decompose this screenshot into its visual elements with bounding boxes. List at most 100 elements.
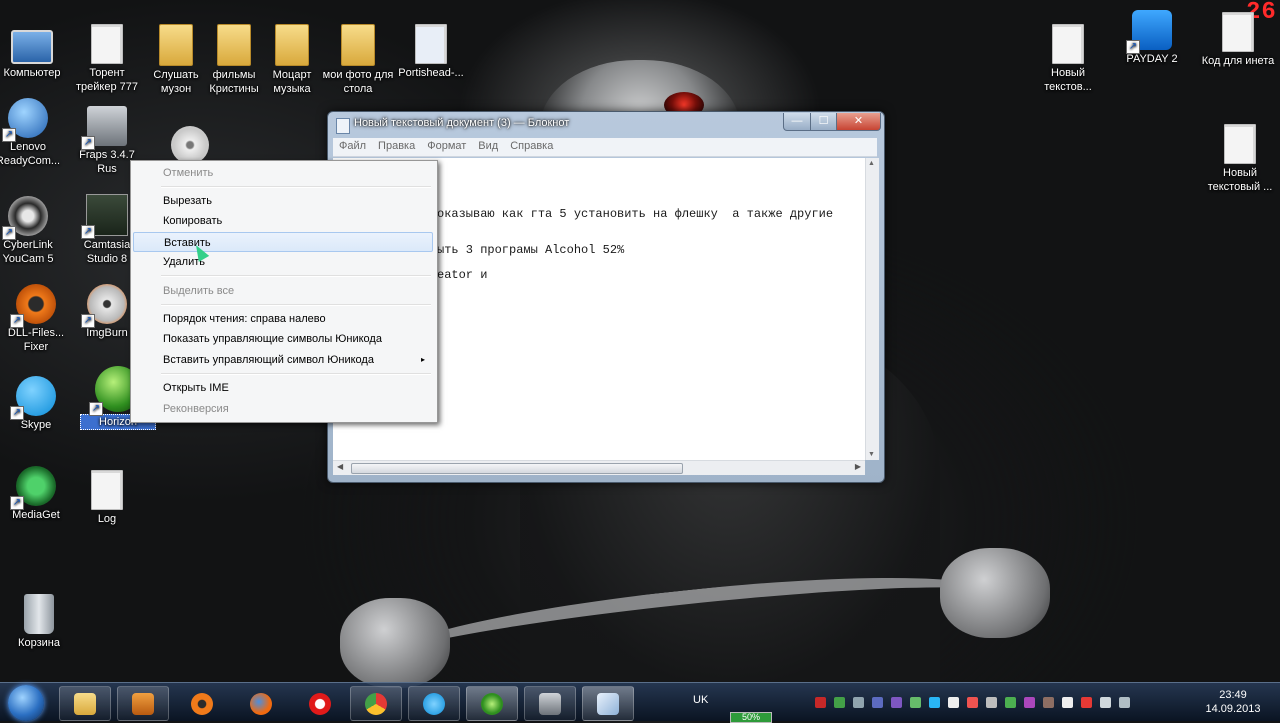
recycle-bin-icon <box>24 594 54 634</box>
tray-app-icon[interactable] <box>1043 697 1054 708</box>
close-button[interactable]: ✕ <box>836 113 881 131</box>
tray-app-icon[interactable] <box>1081 697 1092 708</box>
menu-help[interactable]: Справка <box>504 138 559 154</box>
menu-edit[interactable]: Правка <box>372 138 421 154</box>
menu-item-open-ime[interactable]: Открыть IME <box>133 378 433 398</box>
desktop-icon-label: Skype <box>20 419 52 431</box>
taskbar-chrome[interactable] <box>350 686 402 721</box>
file-icon <box>1224 124 1256 164</box>
taskbar: UK 50% 23:49 14.09.2013 <box>0 682 1280 723</box>
desktop-icon-folder-mozart[interactable]: Моцарт музыка <box>254 24 330 96</box>
taskbar-horizon[interactable] <box>466 686 518 721</box>
menu-item-paste[interactable]: Вставить <box>133 232 433 252</box>
folder-icon <box>217 24 251 66</box>
taskbar-fraps[interactable] <box>524 686 576 721</box>
tray-app-icon[interactable] <box>967 697 978 708</box>
menu-item-cut[interactable]: Вырезать <box>133 191 433 211</box>
scroll-right-arrow-icon[interactable]: ▶ <box>855 462 861 471</box>
opera-icon <box>309 693 331 715</box>
desktop-icon-mediaget[interactable]: MediaGet <box>0 466 74 522</box>
notepad-icon <box>597 693 619 715</box>
taskbar-notepad[interactable] <box>582 686 634 721</box>
taskbar-firefox[interactable] <box>235 686 287 721</box>
folder-icon <box>159 24 193 66</box>
menu-item-show-unicode[interactable]: Показать управляющие символы Юникода <box>133 329 433 349</box>
language-indicator[interactable]: UK <box>693 694 708 706</box>
download-icon <box>10 466 56 510</box>
menu-item-rtl-reading[interactable]: Порядок чтения: справа налево <box>133 309 433 329</box>
camtasia-icon <box>81 194 128 239</box>
menu-item-reconversion[interactable]: Реконверсия <box>133 399 433 419</box>
desktop-icon-payday2[interactable]: PAYDAY 2 <box>1114 10 1190 66</box>
desktop-icon-lenovo[interactable]: Lenovo ReadyCom... <box>0 98 66 168</box>
desktop-icon-folder-photos[interactable]: мои фото для стола <box>320 24 396 96</box>
tray-app-icon[interactable] <box>853 697 864 708</box>
taskbar-gear-app[interactable] <box>176 686 228 721</box>
minimize-button[interactable]: — <box>783 113 811 131</box>
tray-app-icon[interactable] <box>872 697 883 708</box>
computer-icon <box>11 30 53 64</box>
horizontal-scrollbar[interactable]: ◀ ▶ <box>333 460 865 475</box>
menu-item-delete[interactable]: Удалить <box>133 252 433 272</box>
gear-icon <box>191 693 213 715</box>
desktop-icon-torrent-tracker[interactable]: Торент трейкер 777 <box>69 24 145 94</box>
desktop-icon-label: Моцарт музыка <box>272 69 312 95</box>
desktop-icon-label: Log <box>97 513 117 525</box>
desktop-icon-recycle-bin[interactable]: Корзина <box>1 594 77 650</box>
desktop-icon-inet-code[interactable]: Код для инета <box>1200 12 1276 68</box>
desktop-icon-log[interactable]: Log <box>69 470 145 526</box>
desktop-icon-new-text-2[interactable]: Новый текстовый ... <box>1202 124 1278 194</box>
folder-icon <box>341 24 375 66</box>
taskbar-opera[interactable] <box>294 686 346 721</box>
clock-date: 14.09.2013 <box>1205 703 1261 715</box>
taskbar-media-player[interactable] <box>117 686 169 721</box>
menu-separator <box>161 275 431 277</box>
start-button[interactable] <box>8 685 44 721</box>
notepad-app-icon <box>336 118 350 134</box>
scroll-left-arrow-icon[interactable]: ◀ <box>337 462 343 471</box>
volume-icon[interactable] <box>1119 697 1130 708</box>
menu-format[interactable]: Формат <box>421 138 472 154</box>
menu-item-insert-unicode[interactable]: Вставить управляющий символ Юникода ▸ <box>133 350 433 370</box>
wallpaper-tricycle-handlebar <box>377 557 1003 697</box>
scrollbar-thumb[interactable] <box>351 463 683 474</box>
menu-bar: Файл Правка Формат Вид Справка <box>333 138 877 157</box>
editor-line: оказываю как гта 5 установить на флешку … <box>437 207 834 221</box>
tray-app-icon[interactable] <box>1005 697 1016 708</box>
tray-app-icon[interactable] <box>1062 697 1073 708</box>
tray-app-icon[interactable] <box>929 697 940 708</box>
desktop-icon-new-text-1[interactable]: Новый текстов... <box>1030 24 1106 94</box>
disc-icon <box>81 284 127 328</box>
tray-app-icon[interactable] <box>986 697 997 708</box>
desktop-icon-skype[interactable]: Skype <box>0 376 74 432</box>
desktop-icon-portishead[interactable]: Portishead-... <box>393 24 469 80</box>
desktop-icon-label: Новый текстов... <box>1044 67 1092 93</box>
desktop-icon-youcam[interactable]: CyberLink YouCam 5 <box>0 196 66 266</box>
tray-app-icon[interactable] <box>1024 697 1035 708</box>
gear-icon <box>10 284 56 328</box>
explorer-icon <box>74 693 96 715</box>
window-title: Новый текстовый документ (3) — Блокнот <box>354 117 570 129</box>
taskbar-explorer[interactable] <box>59 686 111 721</box>
menu-view[interactable]: Вид <box>472 138 504 154</box>
menu-item-copy[interactable]: Копировать <box>133 211 433 231</box>
desktop-icon-computer[interactable]: Компьютер <box>0 24 70 80</box>
tray-app-icon[interactable] <box>891 697 902 708</box>
menu-file[interactable]: Файл <box>333 138 372 154</box>
tray-app-icon[interactable] <box>1100 697 1111 708</box>
maximize-button[interactable]: ☐ <box>810 113 837 131</box>
tray-app-icon[interactable] <box>948 697 959 708</box>
tray-app-icon[interactable] <box>910 697 921 708</box>
tray-app-icon[interactable] <box>815 697 826 708</box>
menu-item-select-all[interactable]: Выделить все <box>133 281 433 301</box>
desktop-icon-dll-fixer[interactable]: DLL-Files... Fixer <box>0 284 74 354</box>
taskbar-skype[interactable] <box>408 686 460 721</box>
desktop-icon-label: Новый текстовый ... <box>1207 167 1273 193</box>
fraps-icon <box>81 106 127 150</box>
chrome-icon <box>365 693 387 715</box>
tray-app-icon[interactable] <box>834 697 845 708</box>
system-clock[interactable]: 23:49 14.09.2013 <box>1200 688 1266 716</box>
menu-item-undo[interactable]: Отменить <box>133 163 433 183</box>
system-tray <box>815 695 1190 709</box>
vertical-scrollbar[interactable] <box>865 158 879 460</box>
